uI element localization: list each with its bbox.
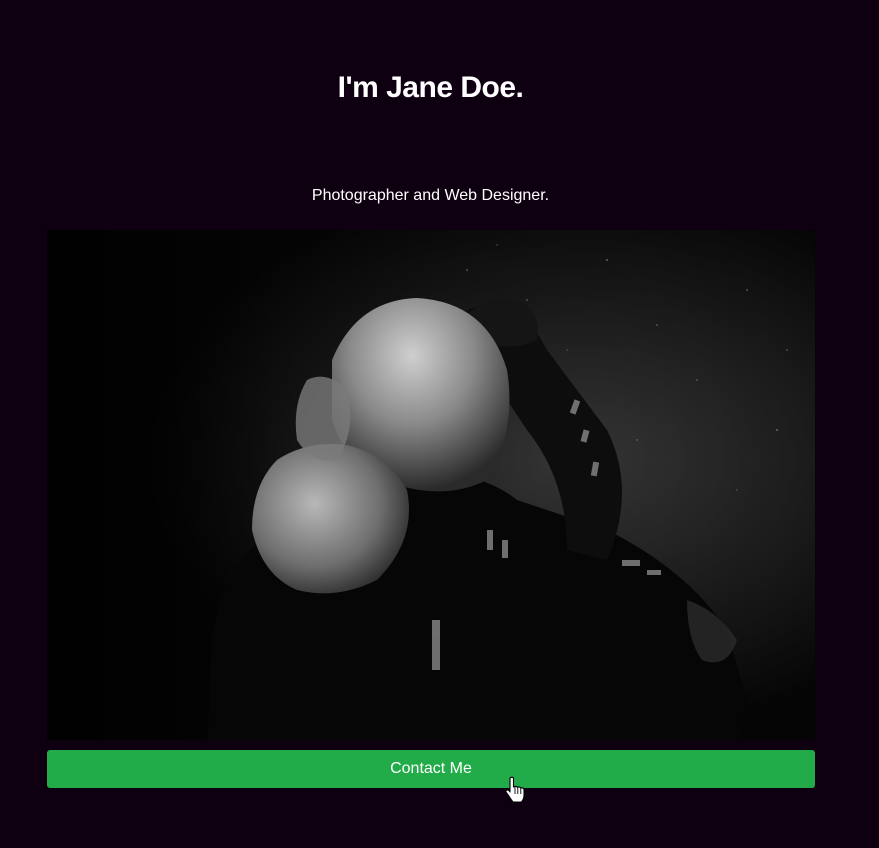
- hero-image: [47, 230, 815, 740]
- hand-pointer-icon: [503, 776, 527, 804]
- page-subtitle: Photographer and Web Designer.: [311, 187, 550, 204]
- page-title: I'm Jane Doe.: [337, 71, 524, 104]
- contact-me-button[interactable]: Contact Me: [47, 750, 815, 788]
- portfolio-page: I'm Jane Doe. Photographer and Web Desig…: [0, 0, 879, 848]
